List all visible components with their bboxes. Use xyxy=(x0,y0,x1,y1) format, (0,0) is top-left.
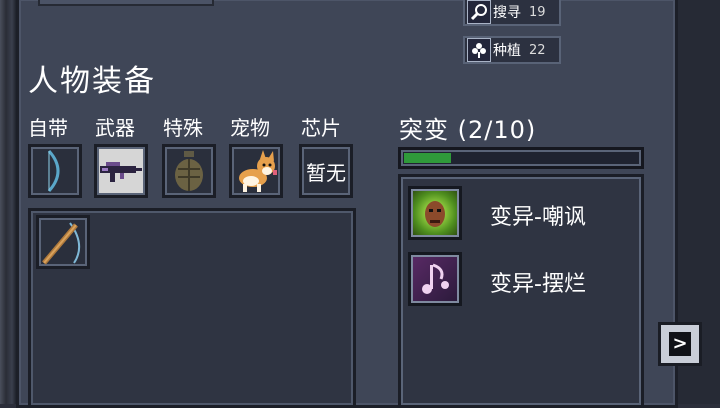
mutation-title: 突变 (2/10) xyxy=(399,116,537,144)
grenade-icon xyxy=(175,151,203,191)
slot-weapon[interactable] xyxy=(94,144,148,198)
corgi-icon xyxy=(239,150,277,192)
tab-builtin[interactable]: 自带 xyxy=(28,112,68,141)
tab-pet[interactable]: 宠物 xyxy=(230,112,270,141)
chip-empty-label: 暂无 xyxy=(306,160,346,185)
stat-value: 22 xyxy=(529,42,546,58)
next-page-button[interactable]: > xyxy=(658,322,702,366)
mutation-name: 变异-摆烂 xyxy=(490,272,586,297)
slot-special[interactable] xyxy=(162,144,216,198)
slot-chip[interactable]: 暂无 xyxy=(299,144,353,198)
bow-icon xyxy=(47,149,60,193)
inventory-item[interactable] xyxy=(36,215,90,269)
slot-builtin[interactable] xyxy=(28,144,82,198)
stat-label: 种植 xyxy=(493,43,521,59)
top-header-box xyxy=(38,0,214,6)
music-note-icon[interactable] xyxy=(408,252,462,306)
equipment-title: 人物装备 xyxy=(28,64,156,99)
stat-plant[interactable]: 种植 22 xyxy=(463,36,561,64)
stat-search[interactable]: 搜寻 19 xyxy=(463,0,561,26)
mocking-face-icon[interactable] xyxy=(408,186,462,240)
tab-special[interactable]: 特殊 xyxy=(163,112,203,141)
tab-chip[interactable]: 芯片 xyxy=(301,112,341,141)
plant-icon xyxy=(467,38,491,62)
rifle-icon xyxy=(100,162,142,182)
mutation-progress-bar xyxy=(398,147,644,169)
tab-weapon[interactable]: 武器 xyxy=(95,112,135,141)
stat-value: 19 xyxy=(529,4,546,20)
bow-and-staff-icon xyxy=(42,222,81,265)
left-frame-edge xyxy=(0,0,16,404)
mutation-name: 变异-嘲讽 xyxy=(490,205,586,230)
stat-label: 搜寻 xyxy=(493,5,521,21)
slot-pet[interactable] xyxy=(229,144,283,198)
magnifier-icon xyxy=(467,0,491,24)
mutation-progress-fill xyxy=(404,153,451,163)
chevron-right-icon: > xyxy=(669,332,691,356)
